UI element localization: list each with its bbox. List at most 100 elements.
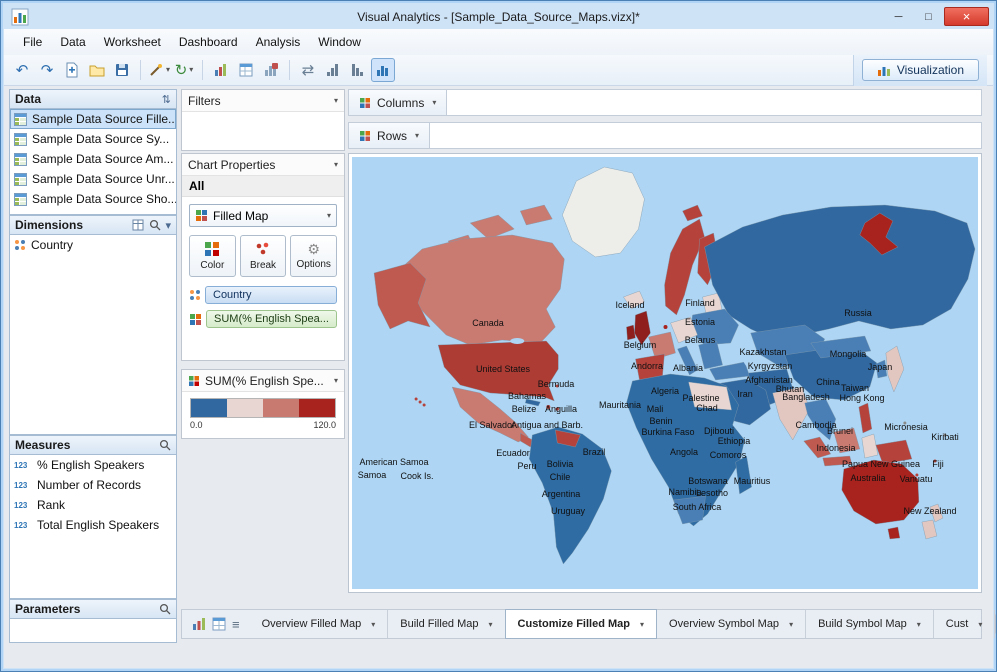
menu-item[interactable]: Dashboard	[170, 31, 247, 53]
data-panel-header[interactable]: Data ⇅	[9, 89, 177, 109]
legend-color-scale[interactable]	[190, 398, 336, 418]
break-button[interactable]: Break	[239, 235, 287, 277]
worksheet-tab[interactable]: Overview Symbol Map ▾	[657, 610, 807, 638]
sort-descending-button[interactable]	[346, 58, 370, 82]
data-source-icon	[14, 132, 27, 146]
world-map[interactable]: Iceland Finland Estonia Russia Canada Belgium…	[352, 157, 978, 589]
measure-item[interactable]: 123 % English Speakers	[10, 455, 176, 475]
measure-item[interactable]: 123 Total English Speakers	[10, 515, 176, 535]
measure-pill[interactable]: SUM(% English Spea...	[206, 310, 337, 328]
legend-palette-icon	[189, 375, 199, 386]
chart-type-select[interactable]: Filled Map ▾	[189, 204, 337, 227]
data-source-label: Sample Data Source Sy...	[32, 132, 170, 146]
dimension-icon	[15, 240, 25, 250]
data-source-item[interactable]: Sample Data Source Fille...	[10, 109, 176, 129]
legend-max-value: 120.0	[313, 420, 336, 430]
menu-item[interactable]: Data	[51, 31, 94, 53]
data-source-icon	[14, 172, 27, 186]
worksheet-tab[interactable]: Overview Filled Map ▾	[250, 610, 389, 638]
new-sheet-button[interactable]	[60, 58, 84, 82]
new-worksheet-icon[interactable]	[192, 617, 206, 631]
insert-chart-button[interactable]	[209, 58, 233, 82]
visualization-button[interactable]: Visualization	[861, 59, 979, 81]
swap-axes-button[interactable]: ⇄	[296, 58, 320, 82]
open-button[interactable]	[85, 58, 109, 82]
save-button[interactable]	[110, 58, 134, 82]
search-icon[interactable]	[159, 439, 171, 451]
tab-caret-icon[interactable]: ▾	[978, 620, 982, 629]
insert-crosstab-button[interactable]	[234, 58, 258, 82]
data-source-item[interactable]: Sample Data Source Sho...	[10, 189, 176, 209]
dimension-item[interactable]: Country	[10, 235, 176, 255]
data-source-list: Sample Data Source Fille... Sample Data …	[9, 109, 177, 215]
chart-properties-header[interactable]: Chart Properties ▾	[182, 154, 344, 176]
tab-caret-icon[interactable]: ▾	[789, 620, 793, 629]
data-source-item[interactable]: Sample Data Source Unr...	[10, 169, 176, 189]
insert-table-button[interactable]	[259, 58, 283, 82]
new-dashboard-icon[interactable]	[212, 617, 226, 631]
dimensions-title: Dimensions	[15, 218, 84, 232]
toolbar-separator	[140, 60, 141, 80]
show-chart-button[interactable]	[371, 58, 395, 82]
worksheet-tab[interactable]: Build Symbol Map ▾	[806, 610, 934, 638]
dimensions-caret-icon[interactable]: ▾	[165, 219, 171, 232]
parameters-list	[9, 619, 177, 643]
filled-map-icon	[196, 210, 207, 221]
measure-item[interactable]: 123 Number of Records	[10, 475, 176, 495]
sort-ascending-button[interactable]	[321, 58, 345, 82]
legend-caret-icon[interactable]: ▾	[334, 376, 338, 385]
new-sheet-icon	[66, 62, 78, 78]
menu-item-label: Analysis	[255, 35, 301, 49]
tab-caret-icon[interactable]: ▾	[371, 620, 375, 629]
format-wand-button[interactable]: ▾	[147, 58, 171, 82]
data-source-item[interactable]: Sample Data Source Sy...	[10, 129, 176, 149]
menu-item[interactable]: Worksheet	[95, 31, 170, 53]
rows-caret-icon: ▾	[415, 131, 420, 140]
search-icon[interactable]	[159, 603, 171, 615]
rows-shelf-button[interactable]: Rows ▾	[349, 123, 431, 148]
color-button-label: Color	[200, 260, 225, 271]
undo-button[interactable]: ↶	[10, 58, 34, 82]
measures-header[interactable]: Measures	[9, 435, 177, 455]
tab-caret-icon[interactable]: ▾	[489, 620, 493, 629]
options-button[interactable]: ⚙ Options	[290, 235, 338, 277]
search-icon[interactable]	[149, 219, 161, 231]
data-source-icon	[14, 152, 27, 166]
measure-item[interactable]: 123 Rank	[10, 495, 176, 515]
columns-shelf[interactable]: Columns ▾	[348, 89, 982, 116]
scope-row[interactable]: All	[182, 176, 344, 197]
filters-header[interactable]: Filters ▾	[182, 90, 344, 112]
columns-shelf-button[interactable]: Columns ▾	[349, 90, 448, 115]
menu-item[interactable]: Window	[309, 31, 370, 53]
sort-ascending-icon	[327, 64, 338, 76]
filters-body[interactable]	[182, 112, 344, 150]
worksheet-tab[interactable]: Build Filled Map ▾	[388, 610, 506, 638]
geography-pill[interactable]: Country	[205, 286, 337, 304]
view-grid-icon[interactable]	[132, 219, 144, 231]
insert-chart-icon	[215, 64, 226, 76]
menu-item[interactable]: File	[14, 31, 51, 53]
refresh-button[interactable]: ↻ ▾	[172, 58, 196, 82]
worksheet-list-icon[interactable]: ≡	[232, 617, 240, 632]
maximize-button[interactable]: □	[914, 7, 943, 26]
worksheet-tab[interactable]: Customize Filled Map ▾	[504, 609, 658, 639]
data-source-item[interactable]: Sample Data Source Am...	[10, 149, 176, 169]
worksheet-tabbar: ≡ Overview Filled Map ▾ Build Filled Map…	[181, 609, 996, 639]
tab-caret-icon[interactable]: ▾	[917, 620, 921, 629]
legend-header[interactable]: SUM(% English Spe... ▾	[182, 370, 344, 392]
rows-shelf[interactable]: Rows ▾	[348, 122, 982, 149]
minimize-button[interactable]: ─	[884, 7, 913, 26]
chart-properties-caret-icon[interactable]: ▾	[334, 160, 338, 169]
worksheet-tab[interactable]: Cust ▾	[934, 610, 996, 638]
redo-button[interactable]: ↷	[35, 58, 59, 82]
menu-item[interactable]: Analysis	[247, 31, 310, 53]
toolbar-separator	[289, 60, 290, 80]
sort-toggle-icon[interactable]: ⇅	[162, 93, 171, 106]
close-button[interactable]: ×	[944, 7, 989, 26]
filters-caret-icon[interactable]: ▾	[334, 96, 338, 105]
dimensions-header[interactable]: Dimensions ▾	[9, 215, 177, 235]
color-button[interactable]: Color	[189, 235, 236, 277]
geography-pill-label: Country	[213, 289, 252, 301]
parameters-header[interactable]: Parameters	[9, 599, 177, 619]
tab-caret-icon[interactable]: ▾	[640, 620, 644, 629]
